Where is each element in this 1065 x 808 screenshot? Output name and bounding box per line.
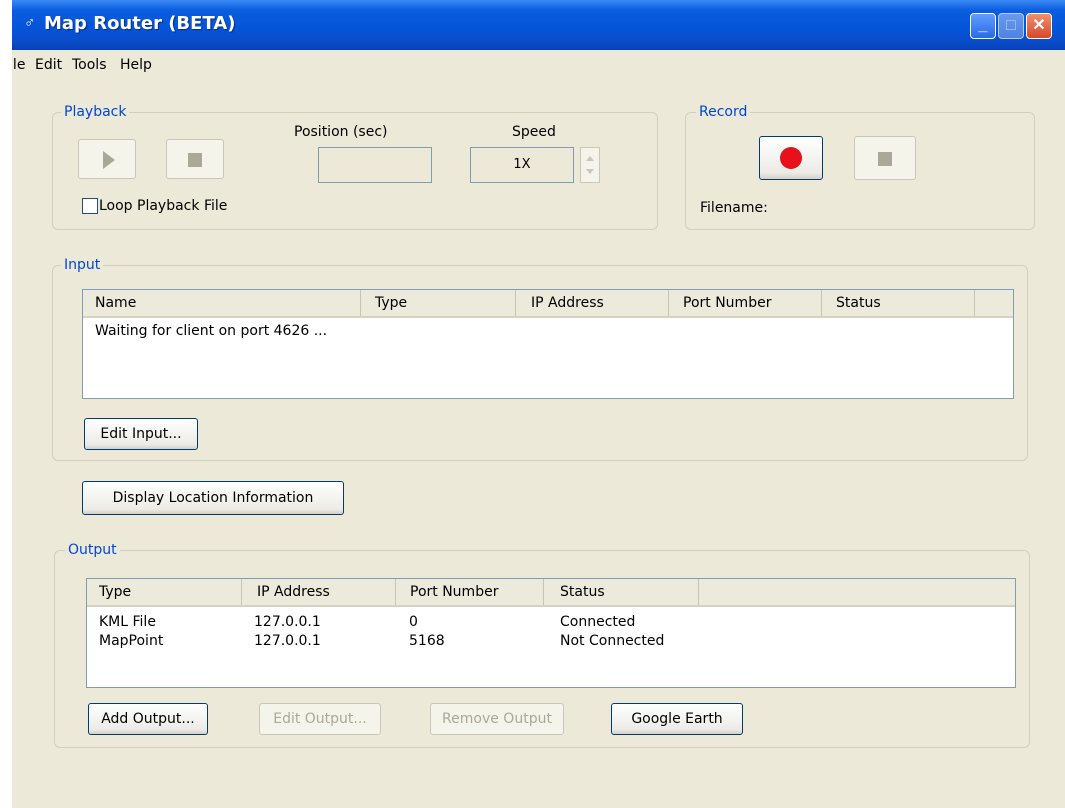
app-icon: ♂ bbox=[24, 14, 36, 31]
column-port-number[interactable]: Port Number bbox=[396, 579, 544, 605]
menu-file[interactable]: File bbox=[12, 57, 25, 73]
output-ip-cell: 127.0.0.1 bbox=[254, 633, 321, 649]
record-group-label: Record bbox=[696, 104, 751, 120]
record-button[interactable] bbox=[759, 136, 823, 180]
record-dot-icon bbox=[780, 147, 802, 169]
maximize-button[interactable]: □ bbox=[998, 13, 1024, 39]
menu-tools[interactable]: Tools bbox=[72, 57, 107, 73]
list-item[interactable]: Waiting for client on port 4626 ... bbox=[83, 322, 1013, 340]
column-type[interactable]: Type bbox=[361, 290, 516, 316]
minimize-icon: _ bbox=[978, 17, 988, 34]
app-window: ♂ Map Router (BETA) _ □ ✕ File Edit Tool… bbox=[12, 0, 1065, 808]
position-field[interactable] bbox=[318, 147, 432, 183]
edit-output-button[interactable]: Edit Output... bbox=[259, 703, 381, 735]
playback-group-label: Playback bbox=[61, 104, 130, 120]
output-status-cell: Connected bbox=[560, 614, 636, 630]
remove-output-button[interactable]: Remove Output bbox=[430, 703, 564, 735]
google-earth-button[interactable]: Google Earth bbox=[611, 703, 743, 735]
speed-label: Speed bbox=[512, 124, 556, 140]
column-ip-address[interactable]: IP Address bbox=[242, 579, 396, 605]
output-ip-cell: 127.0.0.1 bbox=[254, 614, 321, 630]
input-list-header: Name Type IP Address Port Number Status bbox=[83, 290, 1013, 318]
column-name[interactable]: Name bbox=[83, 290, 361, 316]
close-button[interactable]: ✕ bbox=[1026, 13, 1052, 39]
loop-playback-checkbox[interactable] bbox=[82, 198, 98, 214]
minimize-button[interactable]: _ bbox=[970, 13, 996, 39]
stop-icon bbox=[188, 153, 202, 167]
play-button[interactable] bbox=[78, 139, 136, 179]
output-list[interactable]: Type IP Address Port Number Status KML F… bbox=[86, 578, 1016, 688]
speed-spinner[interactable] bbox=[580, 147, 600, 183]
menu-edit[interactable]: Edit bbox=[35, 57, 62, 73]
input-name-cell: Waiting for client on port 4626 ... bbox=[95, 323, 328, 339]
stop-record-button[interactable] bbox=[854, 136, 916, 180]
menu-help[interactable]: Help bbox=[120, 57, 152, 73]
display-location-button[interactable]: Display Location Information bbox=[82, 481, 344, 515]
edit-input-button[interactable]: Edit Input... bbox=[84, 418, 198, 450]
stop-playback-button[interactable] bbox=[166, 139, 224, 179]
output-group-label: Output bbox=[65, 542, 120, 558]
column-ip-address[interactable]: IP Address bbox=[516, 290, 669, 316]
menu-bar: File Edit Tools Help bbox=[12, 50, 1065, 78]
stop-icon bbox=[878, 152, 892, 166]
output-port-cell: 5168 bbox=[409, 633, 445, 649]
table-row[interactable]: MapPoint 127.0.0.1 5168 Not Connected bbox=[87, 632, 1015, 650]
output-port-cell: 0 bbox=[409, 614, 418, 630]
output-type-cell: KML File bbox=[99, 614, 156, 630]
loop-playback-label: Loop Playback File bbox=[99, 198, 228, 214]
filename-label: Filename: bbox=[700, 200, 768, 216]
position-label: Position (sec) bbox=[294, 124, 388, 140]
spinner-arrows-icon bbox=[586, 156, 594, 174]
close-icon: ✕ bbox=[1032, 17, 1046, 34]
add-output-button[interactable]: Add Output... bbox=[88, 703, 208, 735]
window-title: Map Router (BETA) bbox=[44, 13, 236, 34]
table-row[interactable]: KML File 127.0.0.1 0 Connected bbox=[87, 613, 1015, 631]
input-list[interactable]: Name Type IP Address Port Number Status … bbox=[82, 289, 1014, 399]
maximize-icon: □ bbox=[1006, 17, 1016, 34]
speed-field[interactable]: 1X bbox=[470, 147, 574, 183]
column-status[interactable]: Status bbox=[544, 579, 699, 605]
output-list-header: Type IP Address Port Number Status bbox=[87, 579, 1015, 607]
column-type[interactable]: Type bbox=[87, 579, 242, 605]
column-status[interactable]: Status bbox=[822, 290, 975, 316]
play-icon bbox=[103, 151, 115, 169]
column-port-number[interactable]: Port Number bbox=[669, 290, 822, 316]
output-type-cell: MapPoint bbox=[99, 633, 164, 649]
output-status-cell: Not Connected bbox=[560, 633, 665, 649]
title-bar[interactable]: ♂ Map Router (BETA) _ □ ✕ bbox=[12, 0, 1065, 50]
input-group-label: Input bbox=[61, 257, 104, 273]
